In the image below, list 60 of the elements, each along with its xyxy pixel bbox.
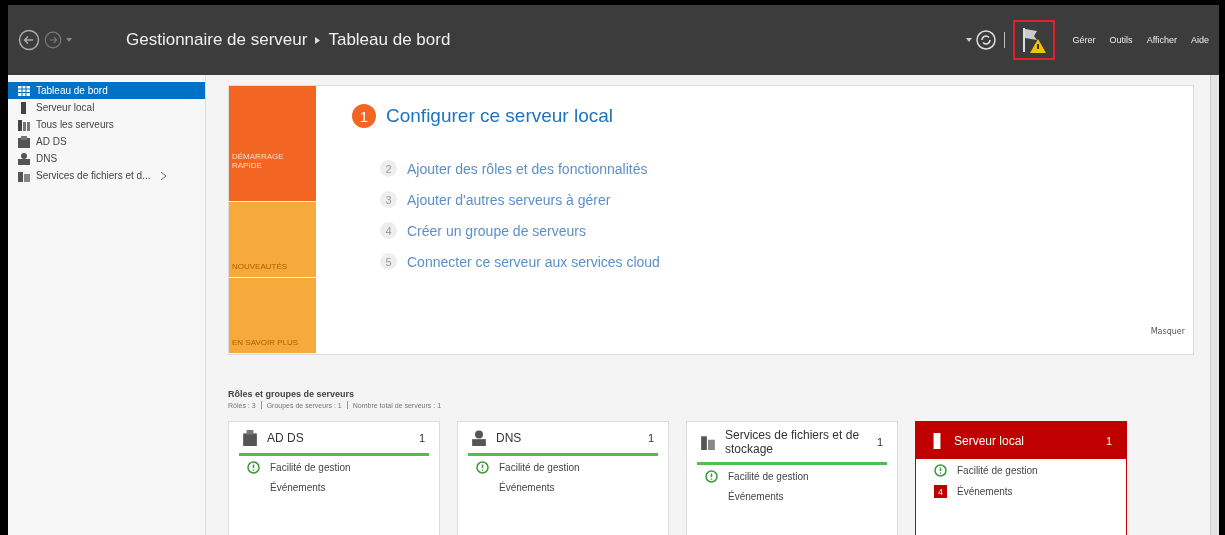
refresh-icon[interactable] <box>975 30 996 50</box>
step-link[interactable]: Configurer ce serveur local <box>386 105 614 127</box>
section-title: Rôles et groupes de serveurs <box>228 389 356 399</box>
step-number: 3 <box>380 191 397 208</box>
back-icon[interactable] <box>18 29 40 51</box>
server-count: 1 <box>647 431 654 444</box>
dashboard-icon <box>18 84 30 97</box>
sidebar-item[interactable]: Serveur local <box>8 99 205 116</box>
flag-icon <box>1020 26 1047 54</box>
role-card[interactable]: DNS 1 Facilité de gestion Événements <box>457 421 669 535</box>
status-link[interactable]: Facilité de gestion <box>270 462 351 473</box>
sidebar-item[interactable]: DNS <box>8 150 205 167</box>
step-number: 4 <box>380 222 397 239</box>
status-link[interactable]: Événements <box>728 491 784 502</box>
role-card[interactable]: Serveur local 1 Facilité de gestion 4 Événements <box>915 421 1127 535</box>
step-number: 1 <box>352 104 376 128</box>
window-title: Gestionnaire de serveur <box>126 30 308 50</box>
ok-status-icon <box>705 470 718 483</box>
role-card[interactable]: AD DS 1 Facilité de gestion Événements <box>228 421 440 535</box>
menu-item[interactable]: Gérer <box>1072 35 1096 45</box>
notifications-button[interactable] <box>1012 20 1055 60</box>
step-number: 5 <box>380 253 397 270</box>
role-card[interactable]: Services de fichiers et de stockage 1 Facilité de gestion Événements <box>686 421 898 535</box>
menu-item[interactable]: Outils <box>1109 35 1133 45</box>
step-link[interactable]: Connecter ce serveur aux services cloud <box>407 253 660 270</box>
sidebar-item[interactable]: Services de fichiers et d... <box>8 167 205 184</box>
card-title: DNS <box>496 430 523 445</box>
scrollbar[interactable] <box>1210 75 1219 535</box>
status-link[interactable]: Facilité de gestion <box>499 462 580 473</box>
caret-icon[interactable] <box>66 38 72 42</box>
status-link[interactable]: Événements <box>270 482 326 493</box>
status-link[interactable]: Facilité de gestion <box>728 471 809 482</box>
caret-icon[interactable] <box>965 38 972 42</box>
server-count: 1 <box>1105 434 1112 447</box>
servers-icon <box>18 118 30 131</box>
triangle-icon <box>315 36 321 44</box>
ok-status-icon <box>247 461 260 474</box>
alert-count-badge: 4 <box>934 485 947 498</box>
page-title: Tableau de bord <box>328 30 451 50</box>
hide-link[interactable]: Masquer <box>1150 327 1185 336</box>
menu-item[interactable]: Aide <box>1191 35 1209 45</box>
ok-status-icon <box>934 464 947 477</box>
sidebar-item[interactable]: AD DS <box>8 133 205 150</box>
status-link[interactable]: Événements <box>957 486 1013 497</box>
step-link[interactable]: Ajouter des rôles et des fonctionnalités <box>407 160 648 177</box>
server-count: 1 <box>876 436 883 448</box>
sidebar-item[interactable]: Tableau de bord <box>8 82 205 99</box>
status-link[interactable]: Événements <box>499 482 555 493</box>
server-count: 1 <box>418 431 425 444</box>
menu-item[interactable]: Afficher <box>1146 35 1177 45</box>
forward-icon[interactable] <box>44 31 62 49</box>
step-number: 2 <box>380 160 397 177</box>
card-title: Services de fichiers et de stockage <box>725 428 861 456</box>
step-link[interactable]: Créer un groupe de serveurs <box>407 222 586 239</box>
card-title: AD DS <box>267 430 305 445</box>
sidebar-item[interactable]: Tous les serveurs <box>8 116 205 133</box>
card-title: Serveur local <box>954 433 1026 448</box>
status-link[interactable]: Facilité de gestion <box>957 465 1038 476</box>
ok-status-icon <box>476 461 489 474</box>
step-link[interactable]: Ajouter d'autres serveurs à gérer <box>407 191 611 208</box>
